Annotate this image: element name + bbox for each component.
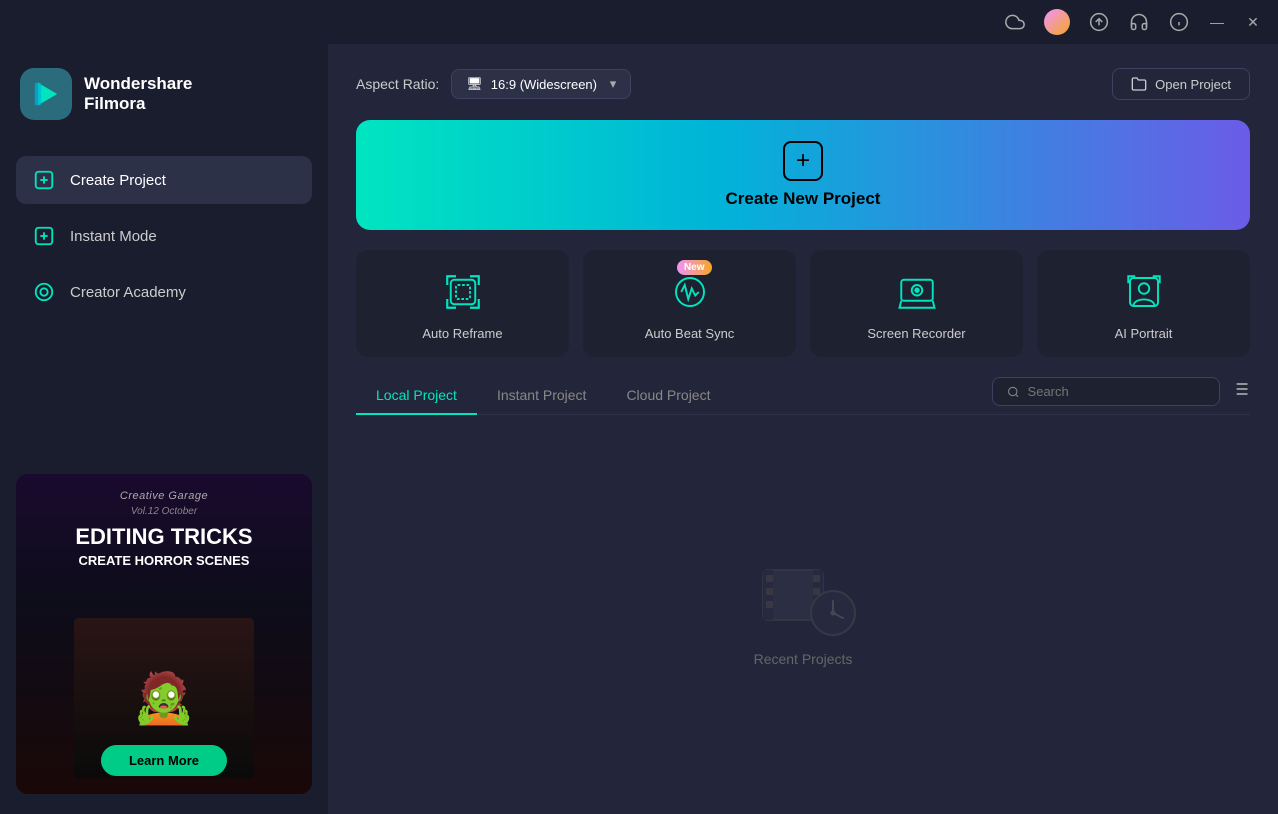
headphones-icon[interactable] [1128, 11, 1150, 33]
creator-academy-label: Creator Academy [70, 284, 186, 301]
promo-title-sub: Vol.12 October [131, 506, 197, 517]
content-area: Aspect Ratio: 🖥 16:9 (Widescreen) ▾ Open… [328, 44, 1278, 814]
chevron-down-icon: ▾ [610, 76, 617, 92]
feature-card-screen-recorder[interactable]: Screen Recorder [810, 250, 1023, 357]
instant-mode-label: Instant Mode [70, 228, 157, 245]
feature-card-auto-reframe[interactable]: Auto Reframe [356, 250, 569, 357]
search-input[interactable] [1028, 384, 1205, 399]
open-project-button[interactable]: Open Project [1112, 68, 1250, 100]
promo-main-text: EDITING TRICKS [75, 525, 252, 549]
logo-line1: Wondershare [84, 74, 192, 94]
open-project-label: Open Project [1155, 77, 1231, 92]
promo-title-small: Creative Garage [120, 490, 208, 502]
ai-portrait-icon [1122, 270, 1166, 314]
tab-instant-project[interactable]: Instant Project [477, 377, 607, 415]
recent-projects-label: Recent Projects [754, 651, 853, 667]
aspect-ratio-select[interactable]: 🖥 16:9 (Widescreen) ▾ [451, 69, 631, 99]
projects-section: Local Project Instant Project Cloud Proj… [356, 377, 1250, 790]
minimize-button[interactable]: — [1208, 13, 1226, 31]
sidebar: Wondershare Filmora Create Project [0, 44, 328, 814]
aspect-ratio-value: 16:9 (Widescreen) [491, 77, 597, 92]
create-banner-label: Create New Project [726, 189, 881, 209]
search-box[interactable] [992, 377, 1220, 406]
topbar: Aspect Ratio: 🖥 16:9 (Widescreen) ▾ Open… [356, 68, 1250, 100]
search-area [992, 377, 1250, 414]
sidebar-item-instant-mode[interactable]: Instant Mode [16, 212, 312, 260]
main-layout: Wondershare Filmora Create Project [0, 44, 1278, 814]
close-button[interactable]: ✕ [1244, 13, 1262, 31]
screen-recorder-label: Screen Recorder [867, 326, 965, 341]
aspect-ratio-icon: 🖥 [466, 76, 483, 92]
auto-beat-sync-icon [668, 270, 712, 314]
info-icon[interactable] [1168, 11, 1190, 33]
sidebar-item-create-project[interactable]: Create Project [16, 156, 312, 204]
promo-sub-text: CREATE HORROR SCENES [79, 553, 250, 568]
cloud-icon[interactable] [1004, 11, 1026, 33]
app-logo [20, 68, 72, 120]
create-plus-icon: + [783, 141, 823, 181]
folder-icon [1131, 76, 1147, 92]
aspect-ratio-label: Aspect Ratio: [356, 76, 439, 92]
ai-portrait-label: AI Portrait [1115, 326, 1173, 341]
upload-icon[interactable] [1088, 11, 1110, 33]
screen-recorder-icon [895, 270, 939, 314]
projects-tabs: Local Project Instant Project Cloud Proj… [356, 377, 1250, 415]
tab-cloud-project[interactable]: Cloud Project [606, 377, 730, 415]
creator-academy-icon [32, 280, 56, 304]
create-project-icon [32, 168, 56, 192]
logo-line2: Filmora [84, 94, 192, 114]
auto-reframe-icon [441, 270, 485, 314]
user-avatar[interactable] [1044, 9, 1070, 35]
auto-beat-sync-label: Auto Beat Sync [645, 326, 735, 341]
logo-text: Wondershare Filmora [84, 74, 192, 115]
create-new-project-banner[interactable]: + Create New Project [356, 120, 1250, 230]
create-project-label: Create Project [70, 172, 166, 189]
recent-projects-icon [753, 555, 853, 635]
promo-learn-more-button[interactable]: Learn More [101, 745, 227, 776]
empty-state: Recent Projects [356, 431, 1250, 790]
auto-reframe-label: Auto Reframe [422, 326, 502, 341]
tab-local-project[interactable]: Local Project [356, 377, 477, 415]
list-view-icon[interactable] [1230, 379, 1250, 404]
feature-card-ai-portrait[interactable]: AI Portrait [1037, 250, 1250, 357]
instant-mode-icon [32, 224, 56, 248]
new-badge: New [677, 260, 712, 275]
feature-card-auto-beat-sync[interactable]: New Auto Beat Sync [583, 250, 796, 357]
search-icon [1007, 385, 1020, 399]
sidebar-item-creator-academy[interactable]: Creator Academy [16, 268, 312, 316]
promo-banner: Creative Garage Vol.12 October EDITING T… [16, 474, 312, 794]
logo-area: Wondershare Filmora [16, 64, 312, 124]
feature-cards-row: Auto Reframe New Auto Beat Sync [356, 250, 1250, 357]
titlebar: — ✕ [0, 0, 1278, 44]
